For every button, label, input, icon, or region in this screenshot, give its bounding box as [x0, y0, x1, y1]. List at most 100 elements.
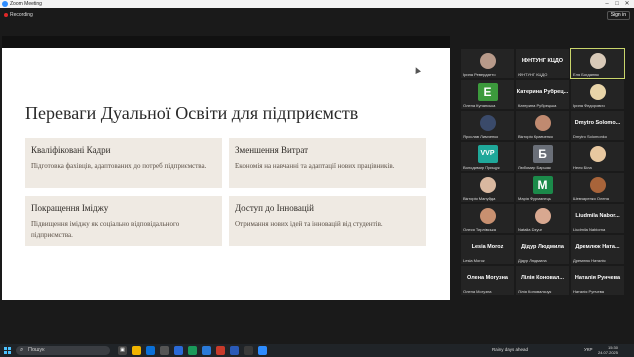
participant-tile[interactable]: Вікторія Кравченко	[516, 111, 569, 140]
participant-name: Катерина Рубрецька	[518, 103, 557, 108]
participant-display-name: Лілія Коновал...	[521, 275, 564, 281]
participant-tile[interactable]: Катерина Рубрец... Катерина Рубрецька	[516, 80, 569, 109]
participant-photo	[589, 146, 606, 162]
mail-icon[interactable]	[174, 346, 183, 355]
search-icon: ⌕	[20, 347, 24, 353]
participant-name: Liudmila Nabiorna	[573, 227, 606, 232]
recording-indicator[interactable]: Recording	[4, 11, 33, 18]
participant-name: Ірина Федорович	[573, 103, 605, 108]
participant-tile[interactable]: Неля Біла	[571, 142, 624, 171]
participant-tile[interactable]: Шевчаренко Олена	[571, 173, 624, 202]
sign-in-button[interactable]: Sign in	[606, 11, 630, 20]
card-title: Доступ до Інновацій	[235, 203, 314, 213]
card-qualified-staff: Кваліфіковані Кадри Підготовка фахівців,…	[25, 138, 222, 188]
card-cost-reduction: Зменшення Витрат Економія на навчанні та…	[229, 138, 426, 188]
card-body: Підвищення іміджу як соціально відповіда…	[31, 220, 180, 239]
participant-avatar: VVP	[477, 145, 498, 163]
participant-photo	[589, 177, 606, 193]
card-body: Отримання нових ідей та інновацій від ст…	[235, 220, 383, 228]
participant-name: Дідур Людмила	[518, 258, 547, 263]
windows-taskbar: ⌕ Пошук ▣ Rainy days ahead УКР 15:30 24.…	[0, 344, 634, 357]
search-placeholder: Пошук	[28, 347, 45, 353]
participant-photo	[479, 53, 496, 69]
participant-photo	[534, 208, 551, 224]
participant-name: Еля Богданюк	[573, 72, 599, 77]
card-title: Кваліфіковані Кадри	[31, 145, 111, 155]
participant-tile[interactable]: Б Любомир Баршак	[516, 142, 569, 171]
card-innovation-access: Доступ до Інновацій Отримання нових ідей…	[229, 196, 426, 246]
participant-display-name: Дремлюк Ната...	[575, 244, 620, 250]
participant-tile[interactable]: Liudmila Nabor... Liudmila Nabiorna	[571, 204, 624, 233]
participant-tile[interactable]: Ярослав Лимченко	[461, 111, 514, 140]
powerpoint-icon[interactable]	[216, 346, 225, 355]
participant-tile[interactable]: Natalia Dzyur	[516, 204, 569, 233]
minimize-button[interactable]: –	[602, 0, 612, 8]
participant-name: Марія Фурманець	[518, 196, 551, 201]
participant-photo	[479, 177, 496, 193]
record-dot-icon	[4, 12, 8, 17]
close-button[interactable]: ✕	[622, 0, 632, 8]
windows-start-icon[interactable]	[4, 347, 11, 354]
participant-display-name: Dmytro Solomo...	[574, 120, 621, 126]
telegram-icon[interactable]	[202, 346, 211, 355]
participant-tile[interactable]: Lesia Moroz Lesia Moroz	[461, 235, 514, 264]
participant-name: Lesia Moroz	[463, 258, 485, 263]
participant-name: Наталія Рунчева	[573, 289, 605, 294]
participant-display-name: Наталія Рунчева	[574, 275, 621, 281]
chrome-icon[interactable]	[188, 346, 197, 355]
participant-photo	[479, 208, 496, 224]
word-icon[interactable]	[230, 346, 239, 355]
participant-name: ІФНТУНГ КЦДО	[518, 72, 548, 77]
participant-tile[interactable]: Dmytro Solomo... Dmytro Solomonko	[571, 111, 624, 140]
share-header	[2, 36, 450, 48]
participant-display-name: Олена Могузна	[467, 275, 508, 281]
card-image-improvement: Покращення Іміджу Підвищення іміджу як с…	[25, 196, 222, 246]
participant-tile[interactable]: Ірина Ревердатто	[461, 49, 514, 78]
edge-icon[interactable]	[146, 346, 155, 355]
participant-tile[interactable]: Олеся Тирлівська	[461, 204, 514, 233]
participant-name: Вікторія Кравченко	[518, 134, 554, 139]
participant-name: Олена Кунанська	[463, 103, 496, 108]
participant-tile[interactable]: VVP Володимир Прищук	[461, 142, 514, 171]
taskbar-search[interactable]: ⌕ Пошук	[16, 346, 110, 355]
participant-tile[interactable]: Дідур Людмила Дідур Людмила	[516, 235, 569, 264]
card-body: Підготовка фахівців, адаптованих до потр…	[31, 162, 207, 170]
participant-tile[interactable]: Олена Могузна Олена Могузна	[461, 266, 514, 295]
meeting-toolbar: Recording Sign in	[0, 8, 634, 21]
card-title: Зменшення Витрат	[235, 145, 309, 155]
participant-display-name: Дідур Людмила	[521, 244, 564, 250]
window-titlebar: Zoom Meeting – □ ✕	[0, 0, 634, 8]
participant-photo	[534, 115, 551, 131]
clock-date: 24.07.2025	[597, 350, 618, 355]
slide-title: Переваги Дуальної Освіти для підприємств	[25, 103, 359, 123]
store-icon[interactable]	[160, 346, 169, 355]
participant-name: Олеся Тирлівська	[463, 227, 496, 232]
participant-tile[interactable]: Лілія Коновал... Лілія Коновальчук	[516, 266, 569, 295]
participant-tile[interactable]: Вікторія Мануйда	[461, 173, 514, 202]
file-explorer-icon[interactable]	[132, 346, 141, 355]
participant-name: Ірина Ревердатто	[463, 72, 496, 77]
participant-tile[interactable]: Ірина Федорович	[571, 80, 624, 109]
participant-tile[interactable]: Наталія Рунчева Наталія Рунчева	[571, 266, 624, 295]
participant-display-name: Катерина Рубрец...	[516, 89, 569, 95]
card-title: Покращення Іміджу	[31, 203, 109, 213]
language-indicator[interactable]: УКР	[584, 347, 592, 352]
participant-avatar: E	[477, 83, 498, 101]
participant-photo	[589, 53, 606, 69]
participant-name: Володимир Прищук	[463, 165, 500, 170]
maximize-button[interactable]: □	[612, 0, 622, 8]
zoom-taskbar-icon[interactable]	[258, 346, 267, 355]
participant-tile[interactable]: ІФНТУНГ КЦДО ІФНТУНГ КЦДО	[516, 49, 569, 78]
participant-tile[interactable]: E Олена Кунанська	[461, 80, 514, 109]
taskbar-clock[interactable]: 15:30 24.07.2025	[598, 345, 618, 355]
window-title: Zoom Meeting	[10, 1, 42, 7]
participant-name: Natalia Dzyur	[518, 227, 543, 232]
participant-tile[interactable]: Еля Богданюк	[570, 48, 625, 79]
participant-tile[interactable]: M Марія Фурманець	[516, 173, 569, 202]
task-view-icon[interactable]: ▣	[118, 346, 127, 355]
weather-label[interactable]: Rainy days ahead	[492, 347, 528, 352]
participant-tile[interactable]: Дремлюк Ната... Дремлюк Наталія	[571, 235, 624, 264]
zoom-app-icon	[2, 1, 8, 7]
participant-avatar: Б	[532, 145, 553, 163]
app-icon[interactable]	[244, 346, 253, 355]
